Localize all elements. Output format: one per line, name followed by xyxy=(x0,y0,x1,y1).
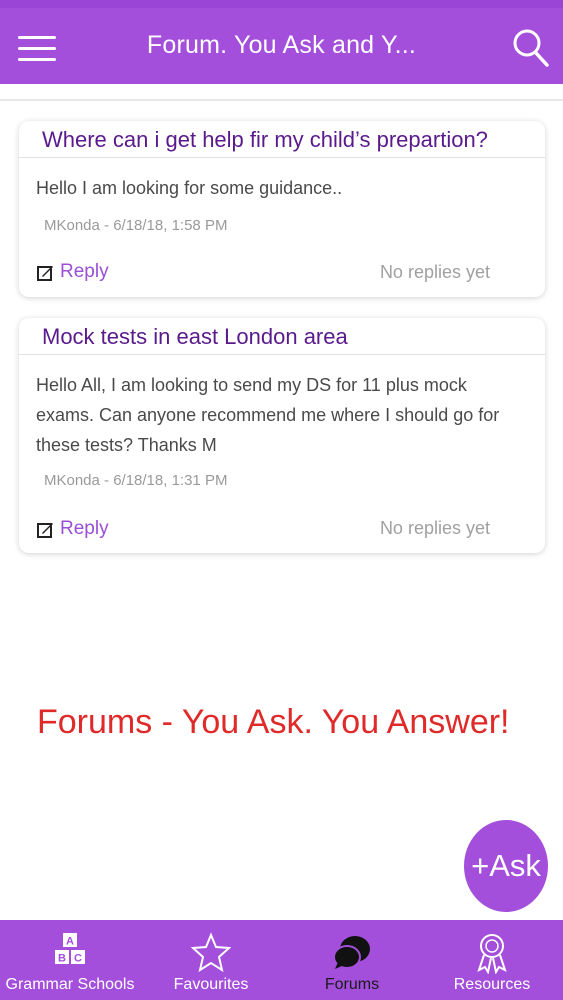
edit-icon xyxy=(37,522,53,538)
tab-forums[interactable]: Forums xyxy=(282,920,422,1000)
post-title[interactable]: Mock tests in east London area xyxy=(42,324,348,350)
bottom-tab-bar: A B C Grammar Schools Favourites Forums … xyxy=(0,920,563,1000)
card-divider xyxy=(19,157,545,158)
tab-label: Favourites xyxy=(173,976,249,993)
reply-count: No replies yet xyxy=(379,518,490,538)
page-title: Forum. You Ask and Y... xyxy=(146,31,417,59)
search-icon[interactable] xyxy=(512,28,550,68)
post-meta: MKonda - 6/18/18, 1:58 PM xyxy=(44,217,228,234)
post-body: Hello I am looking for some guidance.. xyxy=(36,178,343,198)
tab-resources[interactable]: Resources xyxy=(422,920,562,1000)
reply-label: Reply xyxy=(60,518,109,539)
reply-button[interactable]: Reply xyxy=(37,261,109,283)
app-header: Forum. You Ask and Y... xyxy=(0,0,563,84)
reply-count: No replies yet xyxy=(379,262,490,282)
reply-button[interactable]: Reply xyxy=(37,518,109,540)
tab-favourites[interactable]: Favourites xyxy=(141,920,281,1000)
status-bar xyxy=(0,0,563,8)
star-icon xyxy=(191,932,231,972)
svg-text:A: A xyxy=(66,936,74,948)
forum-post-card[interactable]: Mock tests in east London area Hello All… xyxy=(19,318,545,553)
post-body: Hello All, I am looking to send my DS fo… xyxy=(36,375,500,455)
tab-label: Grammar Schools xyxy=(5,976,135,993)
tab-grammar-schools[interactable]: A B C Grammar Schools xyxy=(0,920,140,1000)
promo-banner: Forums - You Ask. You Answer! xyxy=(37,703,510,741)
ask-button[interactable]: +Ask xyxy=(464,820,548,912)
reply-label: Reply xyxy=(60,261,109,282)
award-ribbon-icon xyxy=(477,934,507,974)
abc-blocks-icon: A B C xyxy=(55,933,85,965)
svg-text:C: C xyxy=(74,953,82,965)
chat-bubbles-icon xyxy=(333,936,370,969)
header-divider xyxy=(0,99,563,101)
forum-post-card[interactable]: Where can i get help fir my child’s prep… xyxy=(19,121,545,297)
edit-icon xyxy=(37,265,53,281)
card-divider xyxy=(19,354,545,355)
tab-label: Forums xyxy=(324,976,380,993)
tab-label: Resources xyxy=(453,976,531,993)
svg-text:B: B xyxy=(58,953,66,965)
post-title[interactable]: Where can i get help fir my child’s prep… xyxy=(42,127,488,153)
post-meta: MKonda - 6/18/18, 1:31 PM xyxy=(44,472,228,489)
